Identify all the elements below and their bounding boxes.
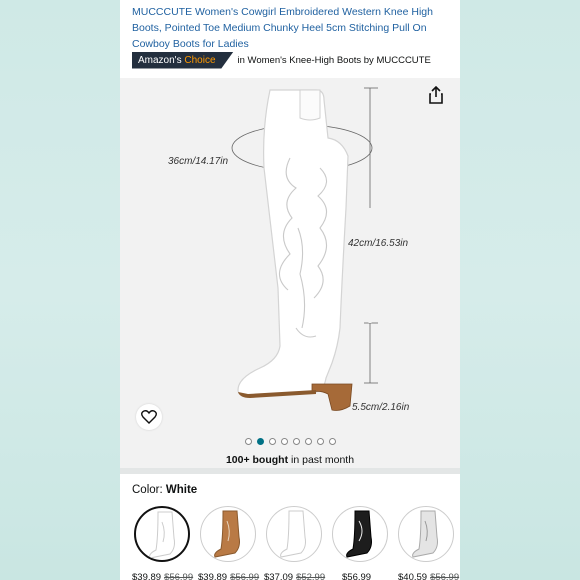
swatch-silver[interactable]: [398, 506, 454, 562]
badge-category[interactable]: in Women's Knee-High Boots by MUCCCUTE: [238, 55, 431, 66]
share-icon[interactable]: [428, 85, 444, 104]
price-current: $56.99: [342, 572, 372, 580]
swatch-price: $37.09 $52.99: [264, 572, 325, 580]
price-list: $52.99: [296, 572, 326, 580]
price-current: $39.89: [198, 572, 228, 580]
badge-accent: Choice: [184, 54, 216, 66]
swatch-white-plain[interactable]: [266, 506, 322, 562]
bought-count: 100+ bought in past month: [120, 454, 460, 466]
boot-image: [231, 87, 378, 411]
color-label-prefix: Color:: [132, 484, 166, 496]
section-divider: [120, 468, 460, 474]
shaft-height-label: 42cm/16.53in: [348, 238, 409, 249]
carousel-dots: [120, 438, 460, 445]
carousel-dot[interactable]: [244, 438, 252, 445]
carousel-dot-active[interactable]: [256, 438, 264, 445]
swatch-black[interactable]: [332, 506, 388, 562]
price-list: $56.99: [164, 572, 194, 580]
swatch-white[interactable]: [134, 506, 190, 562]
badge-prefix: Amazon's: [138, 54, 182, 66]
price-current: $37.09: [264, 572, 294, 580]
carousel-dot[interactable]: [268, 438, 276, 445]
swatch-price: $39.89 $56.99: [132, 572, 193, 580]
product-title[interactable]: MUCCCUTE Women's Cowgirl Embroidered Wes…: [132, 4, 452, 52]
carousel-dot[interactable]: [328, 438, 336, 445]
color-selected: White: [165, 484, 198, 496]
circumference-label: 36cm/14.17in: [168, 156, 229, 167]
swatch-brown[interactable]: [200, 506, 256, 562]
color-swatches: $39.89 $56.99 $39.89 $56.99 $37.09 $52.99 $…: [132, 506, 460, 580]
swatch-price: $40.59 $56.99: [398, 572, 459, 580]
carousel-dot[interactable]: [292, 438, 300, 445]
carousel-dot[interactable]: [280, 438, 288, 445]
amazons-choice-row: Amazon's Choice in Women's Knee-High Boo…: [132, 51, 431, 69]
heart-icon[interactable]: [136, 404, 162, 430]
heel-height-label: 5.5cm/2.16in: [352, 402, 410, 413]
bought-rest: in past month: [288, 454, 355, 466]
product-page: MUCCCUTE Women's Cowgirl Embroidered Wes…: [120, 0, 460, 580]
color-label: Color: White: [132, 484, 197, 496]
carousel-dot[interactable]: [316, 438, 324, 445]
price-current: $40.59: [398, 572, 428, 580]
bought-bold: 100+ bought: [225, 454, 289, 466]
carousel-dot[interactable]: [304, 438, 312, 445]
swatch-price: $56.99: [342, 572, 371, 580]
price-current: $39.89: [132, 572, 162, 580]
swatch-price: $39.89 $56.99: [198, 572, 259, 580]
price-list: $56.99: [230, 572, 260, 580]
price-list: $56.99: [430, 572, 460, 580]
product-image-carousel[interactable]: 36cm/14.17in 42cm/16.53in 5.5cm/2.16in 1…: [120, 78, 460, 468]
amazons-choice-badge: Amazon's Choice: [132, 51, 234, 69]
